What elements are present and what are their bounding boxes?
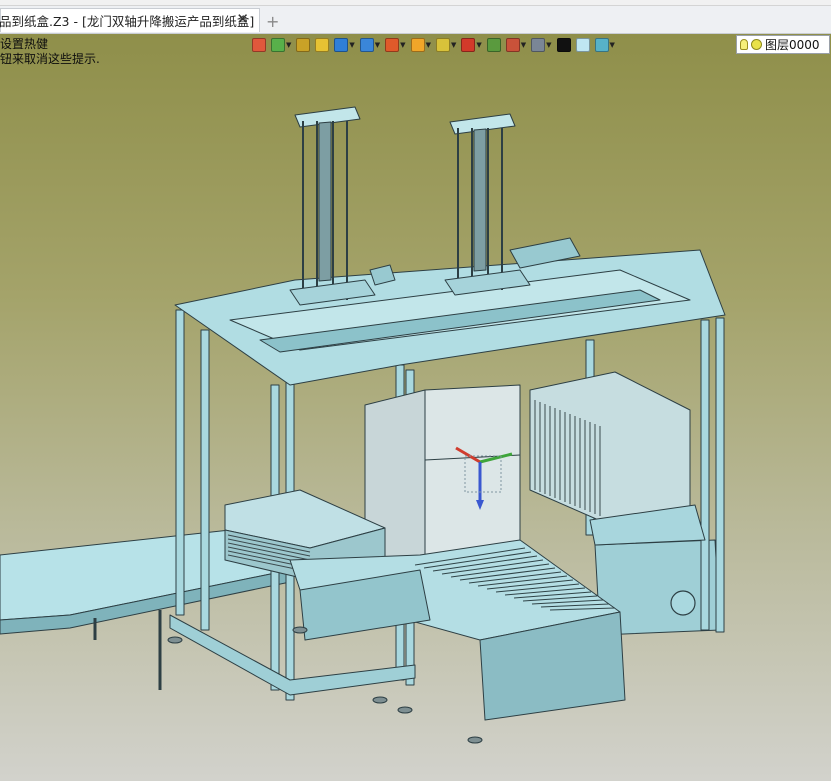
chevron-down-icon[interactable]: ▼ [375,41,380,49]
3d-viewport[interactable]: 设置热健 钮来取消这些提示. ▼ ▼ ▼ ▼ ▼ ▼ ▼ ▼ ▼ ▼ 图层0000 [0,34,831,781]
axis-icon [461,38,476,52]
line-style-icon [556,38,571,52]
layer-tools-icon [594,38,609,52]
filter-tool-button[interactable]: ▼ [271,35,291,55]
chevron-down-icon[interactable]: ▼ [400,41,405,49]
section-icon [410,38,425,52]
new-tab-icon[interactable]: + [266,12,279,31]
chevron-down-icon[interactable]: ▼ [426,41,431,49]
chevron-down-icon[interactable]: ▼ [521,41,526,49]
chevron-down-icon[interactable]: ▼ [546,41,551,49]
section-tool-button[interactable]: ▼ [410,35,431,55]
lead-screw [473,128,487,272]
hint-line: 设置热健 [0,37,49,51]
leveling-foot [372,696,388,704]
axis-tool-button[interactable]: ▼ [461,35,482,55]
chevron-down-icon[interactable]: ▼ [610,41,615,49]
layer-tools-tool-button[interactable]: ▼ [594,35,615,55]
chevron-down-icon[interactable]: ▼ [451,41,456,49]
bulb-icon[interactable] [740,39,748,50]
motor-end [670,590,696,616]
import-tool-button[interactable] [252,35,266,55]
cube-icon [334,38,349,52]
hint-line: 钮来取消这些提示. [0,52,100,66]
chevron-down-icon[interactable]: ▼ [286,41,291,49]
zoom-icon [435,38,450,52]
light-icon [385,38,400,52]
hint-text: 设置热健 钮来取消这些提示. [0,37,100,67]
import-icon [252,38,266,52]
frame-post [700,319,710,631]
light-tool-button[interactable]: ▼ [385,35,406,55]
measure-tool-button[interactable]: ▼ [505,35,526,55]
zoom-tool-button[interactable]: ▼ [435,35,456,55]
pick-tool-button[interactable] [296,35,311,55]
color-swatch-icon [575,38,590,52]
filter-icon [271,38,285,52]
color-swatch-tool-button[interactable] [575,35,590,55]
solid-tool-button[interactable] [315,35,330,55]
frame-post [175,309,185,616]
chevron-down-icon[interactable]: ▼ [476,41,481,49]
measure-icon [505,38,520,52]
close-tab-icon[interactable]: ✕ [236,10,249,28]
frame-post [715,317,725,633]
leveling-foot [167,636,183,644]
document-tab-bar: 品到纸盒.Z3 - [龙门双轴升降搬运产品到纸盒] ✕ + [0,6,831,34]
leveling-foot [397,706,413,714]
view-tool-button[interactable]: ▼ [359,35,380,55]
layer-color-icon [751,39,762,50]
solid-icon [315,38,330,52]
leveling-foot [292,626,308,634]
pick-icon [296,38,311,52]
display-icon [531,38,546,52]
leveling-foot [467,736,483,744]
display-tool-button[interactable]: ▼ [531,35,552,55]
lead-screw [318,121,332,282]
model-scene [0,106,726,744]
line-style-tool-button[interactable] [556,35,571,55]
layer-name: 图层0000 [765,38,820,52]
view-icon [359,38,374,52]
frame-post [200,329,210,631]
layer-selector[interactable]: 图层0000 [736,35,830,54]
document-tab-label: 品到纸盒.Z3 - [龙门双轴升降搬运产品到纸盒] [0,14,255,29]
frame-icon [486,38,501,52]
frame-tool-button[interactable] [486,35,501,55]
chevron-down-icon[interactable]: ▼ [349,41,354,49]
document-tab[interactable]: 品到纸盒.Z3 - [龙门双轴升降搬运产品到纸盒] ✕ [0,8,260,32]
cube-tool-button[interactable]: ▼ [334,35,355,55]
view-toolbar: ▼ ▼ ▼ ▼ ▼ ▼ ▼ ▼ ▼ ▼ [252,34,620,56]
sheet-stack [529,371,691,526]
